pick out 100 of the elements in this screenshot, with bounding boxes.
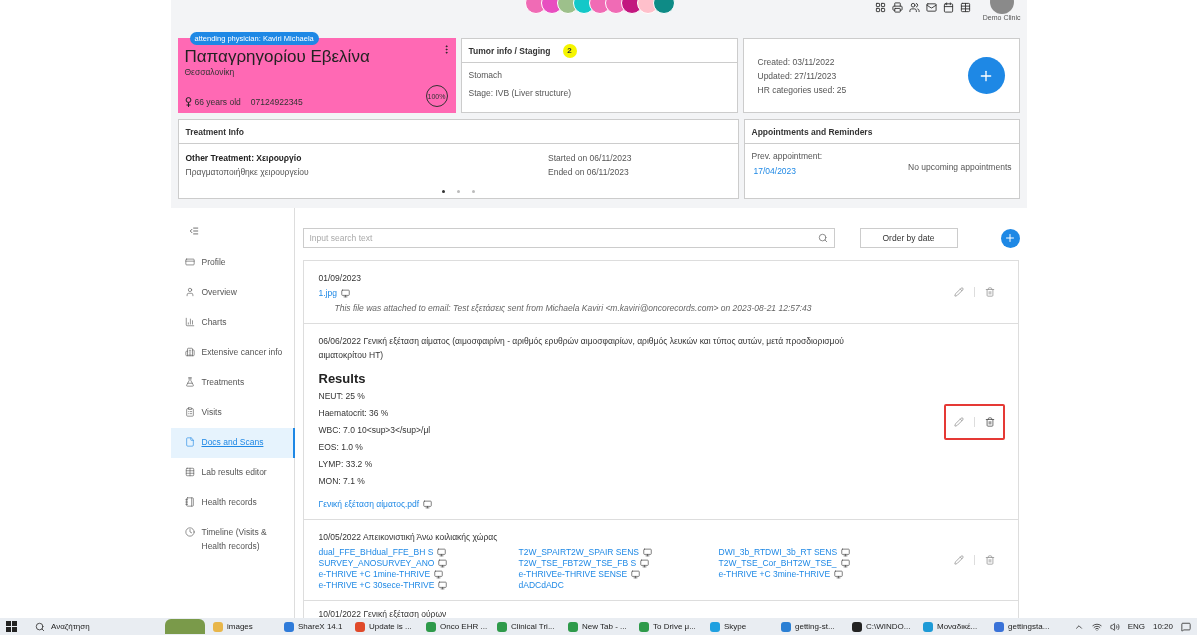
table-icon[interactable] <box>959 2 971 13</box>
monitor-icon[interactable] <box>438 580 448 590</box>
volume-icon[interactable] <box>1109 621 1120 632</box>
categories-count: HR categories used: 25 <box>757 84 847 95</box>
card-title: Tumor info / Staging <box>468 45 551 56</box>
file-link[interactable]: T2W_TSE_FBT2W_TSE_FB S <box>518 558 637 568</box>
count-badge: 2 <box>562 43 577 58</box>
language-indicator[interactable]: ENG <box>1127 622 1145 631</box>
grid-icon[interactable] <box>874 2 886 13</box>
monitor-icon[interactable] <box>841 547 851 557</box>
monitor-icon[interactable] <box>437 547 447 557</box>
file-link[interactable]: 1.jpg <box>318 288 337 298</box>
monitor-icon[interactable] <box>438 558 448 568</box>
clock-icon <box>184 527 195 537</box>
taskbar-app[interactable]: To Drive μ... <box>635 618 702 635</box>
windows-icon[interactable] <box>6 621 17 632</box>
doc-title: 10/05/2022 Απεικονιστική Άνω κοιλιακής χώρας <box>318 531 499 544</box>
taskbar-app[interactable]: Μοναδικέ... <box>919 618 986 635</box>
result-line: MON: 7.1 % <box>318 475 366 488</box>
taskbar-app[interactable]: Update is ... <box>351 618 418 635</box>
patient-age: 66 years old <box>194 97 241 107</box>
sidebar-item[interactable]: Overview <box>170 278 295 308</box>
pager-dot[interactable] <box>441 190 445 193</box>
taskbar-search[interactable]: Αναζήτηση <box>51 622 90 631</box>
result-line: EOS: 1.0 % <box>318 441 364 454</box>
clock-time[interactable]: 10:20 <box>1152 622 1173 631</box>
delete-button[interactable] <box>984 555 995 565</box>
attachment-note: This file was attached to email: Test εξετάσεις sent from Michaela Kaviri <m.kaviri@oncorecords.com> on 2023-08-21 12:57:43 <box>333 303 813 313</box>
end-date: Ended on 06/11/2023 <box>548 167 630 177</box>
table-icon <box>184 467 195 477</box>
clipboard-icon <box>184 407 195 417</box>
monitor-icon[interactable] <box>834 569 844 579</box>
search-field[interactable]: Input search text <box>302 228 835 248</box>
monitor-icon[interactable] <box>840 558 850 568</box>
printer-icon[interactable] <box>891 2 903 13</box>
order-button[interactable]: Order by date <box>859 228 958 248</box>
file-link[interactable]: T2W_TSE_Cor_BHT2W_TSE_ <box>718 558 837 568</box>
file-link[interactable]: e-THRIVEe-THRIVE SENSE <box>518 569 628 579</box>
users-icon[interactable] <box>908 2 920 13</box>
file-link[interactable]: DWI_3b_RTDWI_3b_RT SENS <box>718 547 838 557</box>
taskbar-app[interactable]: New Tab - ... <box>564 618 631 635</box>
pager-dot[interactable] <box>456 190 460 193</box>
delete-button[interactable] <box>984 287 995 297</box>
tumor-site: Stomach <box>468 70 504 80</box>
pager-dot[interactable] <box>471 190 475 193</box>
treatment-name: Other Treatment: Χειρουργίο <box>185 153 303 163</box>
sidebar-item[interactable]: Health records <box>170 488 295 518</box>
menu-icon[interactable] <box>188 226 199 236</box>
card-title: Appointments and Reminders <box>751 126 873 137</box>
taskbar-app[interactable]: Onco EHR ... <box>422 618 489 635</box>
patient-name: Παπαγρηγορίου Εβελίνα <box>184 47 371 67</box>
file-link[interactable]: e-THRIVE +C 1mine-THRIVE <box>318 569 431 579</box>
file-link[interactable]: e-THRIVE +C 30sece-THRIVE <box>318 580 435 590</box>
taskbar-app[interactable]: Clinical Tri... <box>493 618 560 635</box>
sidebar-item[interactable]: Extensive cancer info <box>170 338 295 368</box>
patient-phone: 07124922345 <box>250 97 303 107</box>
monitor-icon[interactable] <box>434 569 444 579</box>
monitor-icon[interactable] <box>631 569 641 579</box>
search-icon[interactable] <box>35 621 45 632</box>
bar-chart-icon <box>184 317 195 327</box>
sidebar-item[interactable]: Visits <box>170 398 295 428</box>
sidebar-item[interactable]: Profile <box>170 248 295 278</box>
taskbar-app[interactable]: getting-st... <box>777 618 844 635</box>
monitor-icon[interactable] <box>423 499 433 509</box>
network-icon[interactable] <box>1091 621 1102 632</box>
search-icon[interactable] <box>817 233 828 243</box>
plant-picture <box>165 619 205 634</box>
add-button[interactable] <box>967 57 1005 94</box>
file-link[interactable]: e-THRIVE +C 3mine-THRIVE <box>718 569 831 579</box>
calendar-icon[interactable] <box>942 2 954 13</box>
monitor-icon[interactable] <box>642 547 652 557</box>
taskbar-app[interactable]: C:\WINDO... <box>848 618 915 635</box>
result-line: NEUT: 25 % <box>318 390 366 403</box>
prev-appointment-label: Prev. appointment: <box>751 151 823 161</box>
sidebar-item[interactable]: Timeline (Visits & Health records) <box>170 518 295 560</box>
notifications-icon[interactable] <box>1181 621 1191 632</box>
monitor-icon[interactable] <box>640 558 650 568</box>
mail-icon[interactable] <box>925 2 937 13</box>
sidebar-item[interactable]: Lab results editor <box>170 458 295 488</box>
sidebar-item[interactable]: Treatments <box>170 368 295 398</box>
file-link[interactable]: SURVEY_ANOSURVEY_ANO <box>318 558 435 568</box>
notebook-icon <box>184 497 195 507</box>
file-link[interactable]: Γενική εξέταση αίματος.pdf <box>318 499 420 509</box>
file-link[interactable]: T2W_SPAIRT2W_SPAIR SENS <box>518 547 639 557</box>
delete-button[interactable] <box>984 416 995 427</box>
taskbar-app[interactable]: Skype <box>706 618 773 635</box>
file-link[interactable]: dADCdADC <box>518 580 564 590</box>
result-line: Haematocrit: 36 % <box>318 407 390 420</box>
taskbar-app[interactable]: ShareX 14.1 <box>280 618 347 635</box>
sidebar-item[interactable]: Charts <box>170 308 295 338</box>
taskbar-app[interactable]: images <box>209 618 276 635</box>
appointment-date-link[interactable]: 17/04/2023 <box>751 166 823 176</box>
user-icon <box>184 287 195 297</box>
taskbar-app[interactable]: gettingsta... <box>990 618 1057 635</box>
building-icon <box>184 347 195 357</box>
tumor-stage: Stage: IVB (Liver structure) <box>468 88 572 98</box>
monitor-icon[interactable] <box>340 288 350 298</box>
file-link[interactable]: dual_FFE_BHdual_FFE_BH S <box>318 547 434 557</box>
results-heading: Results <box>318 371 367 386</box>
created-date: Created: 03/11/2022 <box>757 56 836 67</box>
